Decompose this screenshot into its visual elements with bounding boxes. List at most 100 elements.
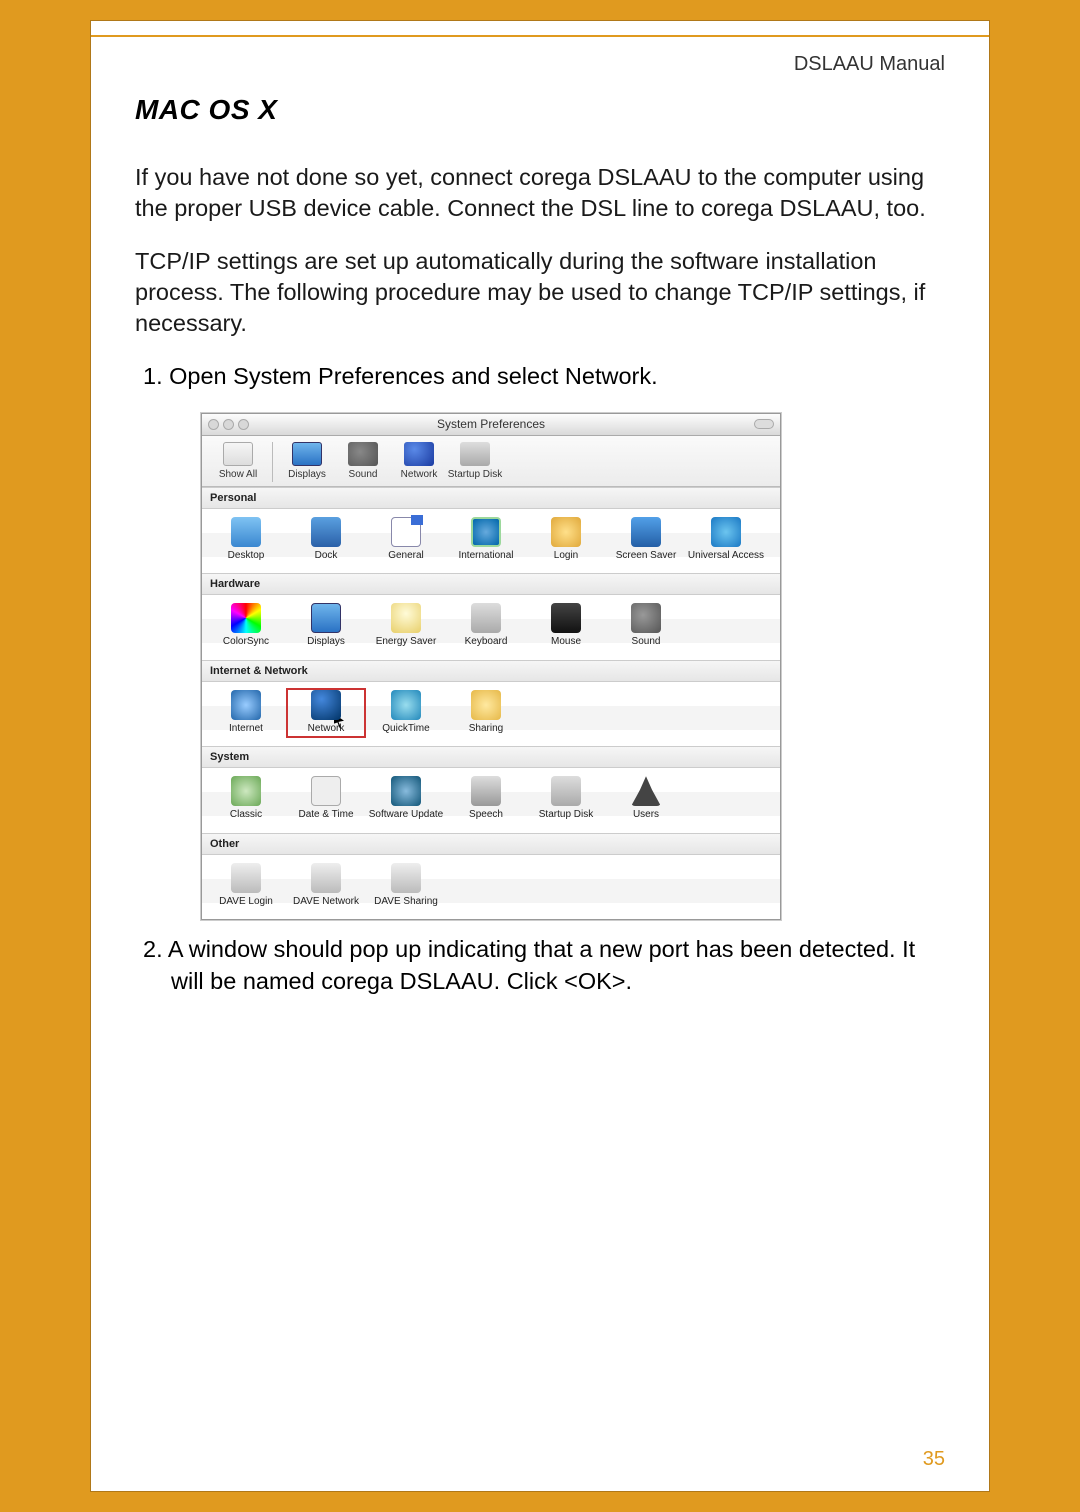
speech-icon	[471, 776, 501, 806]
section-grid: ClassicDate & TimeSoftware UpdateSpeechS…	[202, 768, 780, 833]
section-header-internet-network: Internet & Network	[202, 660, 780, 682]
pref-label: Software Update	[366, 809, 446, 821]
date-time-icon	[311, 776, 341, 806]
pref-label: DAVE Login	[206, 896, 286, 908]
screenshot-system-preferences: System Preferences Show AllDisplaysSound…	[201, 413, 945, 921]
pref-label: Login	[526, 550, 606, 562]
pref-label: DAVE Sharing	[366, 896, 446, 908]
dock-icon	[311, 517, 341, 547]
pref-displays[interactable]: Displays	[286, 601, 366, 652]
titlebar: System Preferences	[202, 414, 780, 436]
pref-label: Mouse	[526, 636, 606, 648]
section-header-personal: Personal	[202, 487, 780, 509]
pref-energy-saver[interactable]: Energy Saver	[366, 601, 446, 652]
pref-label: Users	[606, 809, 686, 821]
pref-label: Energy Saver	[366, 636, 446, 648]
pref-desktop[interactable]: Desktop	[206, 515, 286, 566]
network-icon	[311, 690, 341, 720]
toolbar-network[interactable]: Network	[391, 442, 447, 480]
dave-sharing-icon	[391, 863, 421, 893]
international-icon	[471, 517, 501, 547]
pref-dave-network[interactable]: DAVE Network	[286, 861, 366, 912]
pref-label: Desktop	[206, 550, 286, 562]
internet-icon	[231, 690, 261, 720]
pref-label: Keyboard	[446, 636, 526, 648]
section-header-hardware: Hardware	[202, 573, 780, 595]
sound-icon	[631, 603, 661, 633]
pref-label: Date & Time	[286, 809, 366, 821]
startup-disk-icon	[551, 776, 581, 806]
toolbar-label: Displays	[279, 469, 335, 480]
pref-quicktime[interactable]: QuickTime	[366, 688, 446, 739]
pref-label: QuickTime	[366, 723, 446, 735]
step-1: 1. Open System Preferences and select Ne…	[143, 361, 945, 393]
pref-classic[interactable]: Classic	[206, 774, 286, 825]
universal-access-icon	[711, 517, 741, 547]
displays-icon	[292, 442, 322, 466]
toolbar-label: Startup Disk	[447, 469, 503, 480]
pref-label: Classic	[206, 809, 286, 821]
mouse-icon	[551, 603, 581, 633]
pref-speech[interactable]: Speech	[446, 774, 526, 825]
paragraph-2: TCP/IP settings are set up automatically…	[135, 246, 945, 339]
pref-keyboard[interactable]: Keyboard	[446, 601, 526, 652]
pref-internet[interactable]: Internet	[206, 688, 286, 739]
pref-dave-sharing[interactable]: DAVE Sharing	[366, 861, 446, 912]
sound-icon	[348, 442, 378, 466]
toolbar: Show All DisplaysSoundNetworkStartup Disk	[202, 436, 780, 487]
pref-label: International	[446, 550, 526, 562]
pref-general[interactable]: General	[366, 515, 446, 566]
software-update-icon	[391, 776, 421, 806]
page-number: 35	[923, 1448, 945, 1471]
pref-login[interactable]: Login	[526, 515, 606, 566]
doc-title: DSLAAU Manual	[135, 47, 945, 94]
toolbar-label: Network	[391, 469, 447, 480]
paragraph-1: If you have not done so yet, connect cor…	[135, 162, 945, 224]
pref-sharing[interactable]: Sharing	[446, 688, 526, 739]
pref-label: Screen Saver	[606, 550, 686, 562]
pref-dave-login[interactable]: DAVE Login	[206, 861, 286, 912]
pref-software-update[interactable]: Software Update	[366, 774, 446, 825]
quicktime-icon	[391, 690, 421, 720]
keyboard-icon	[471, 603, 501, 633]
classic-icon	[231, 776, 261, 806]
pref-sound[interactable]: Sound	[606, 601, 686, 652]
dave-network-icon	[311, 863, 341, 893]
pref-universal-access[interactable]: Universal Access	[686, 515, 766, 566]
pref-dock[interactable]: Dock	[286, 515, 366, 566]
manual-page: DSLAAU Manual MAC OS X If you have not d…	[90, 20, 990, 1492]
dave-login-icon	[231, 863, 261, 893]
pref-colorsync[interactable]: ColorSync	[206, 601, 286, 652]
pref-label: Speech	[446, 809, 526, 821]
general-icon	[391, 517, 421, 547]
pref-label: ColorSync	[206, 636, 286, 648]
pref-date-time[interactable]: Date & Time	[286, 774, 366, 825]
colorsync-icon	[231, 603, 261, 633]
toolbar-sound[interactable]: Sound	[335, 442, 391, 480]
pref-label: Universal Access	[686, 550, 766, 562]
pref-screen-saver[interactable]: Screen Saver	[606, 515, 686, 566]
toolbar-toggle-icon[interactable]	[754, 419, 774, 429]
pref-label: DAVE Network	[286, 896, 366, 908]
toolbar-startup-disk[interactable]: Startup Disk	[447, 442, 503, 480]
toolbar-show-all[interactable]: Show All	[210, 442, 266, 480]
pref-network[interactable]: Network	[286, 688, 366, 739]
toolbar-displays[interactable]: Displays	[279, 442, 335, 480]
pref-label: Internet	[206, 723, 286, 735]
window-title: System Preferences	[202, 417, 780, 431]
pref-users[interactable]: Users	[606, 774, 686, 825]
pref-label: Displays	[286, 636, 366, 648]
toolbar-label: Show All	[210, 469, 266, 480]
users-icon	[631, 776, 661, 806]
toolbar-label: Sound	[335, 469, 391, 480]
pref-startup-disk[interactable]: Startup Disk	[526, 774, 606, 825]
section-grid: InternetNetworkQuickTimeSharing	[202, 682, 780, 747]
energy-saver-icon	[391, 603, 421, 633]
startup-disk-icon	[460, 442, 490, 466]
section-grid: DesktopDockGeneralInternationalLoginScre…	[202, 509, 780, 574]
pref-international[interactable]: International	[446, 515, 526, 566]
pref-mouse[interactable]: Mouse	[526, 601, 606, 652]
section-header-system: System	[202, 746, 780, 768]
pref-label: Sharing	[446, 723, 526, 735]
login-icon	[551, 517, 581, 547]
